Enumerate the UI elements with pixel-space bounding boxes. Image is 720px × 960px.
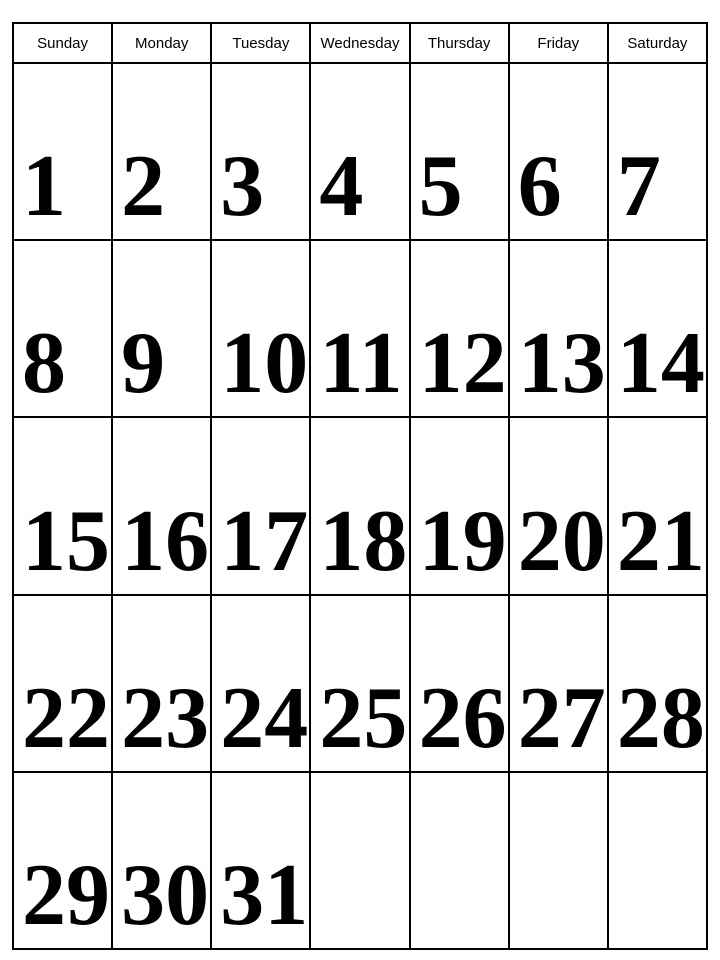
day-number: 1 xyxy=(22,143,66,231)
week-row-2: 89 1011121314 xyxy=(14,241,708,418)
day-number: 18 xyxy=(319,498,407,586)
day-number: 13 xyxy=(518,320,606,408)
day-cell-5: 5 xyxy=(411,64,510,239)
day-number: 28 xyxy=(617,675,705,763)
day-cell-11: 11 xyxy=(311,241,410,416)
day-number: 23 xyxy=(121,675,209,763)
empty-cell xyxy=(411,773,510,948)
day-cell-7: 7 xyxy=(609,64,708,239)
day-cell-8: 8 xyxy=(14,241,113,416)
day-number: 11 xyxy=(319,320,402,408)
day-cell-23: 23 xyxy=(113,596,212,771)
day-number: 3 xyxy=(220,143,264,231)
day-cell-19: 19 xyxy=(411,418,510,593)
day-number: 4 xyxy=(319,143,363,231)
day-header-cell: Sunday xyxy=(14,24,113,62)
day-cell-30: 30 xyxy=(113,773,212,948)
day-cell-20: 20 xyxy=(510,418,609,593)
day-cell-17: 17 xyxy=(212,418,311,593)
empty-cell xyxy=(311,773,410,948)
day-cell-26: 26 xyxy=(411,596,510,771)
day-cell-21: 21 xyxy=(609,418,708,593)
week-row-4: 22232425262728 xyxy=(14,596,708,773)
day-number: 12 xyxy=(419,320,507,408)
day-cell-3: 3 xyxy=(212,64,311,239)
day-number: 9 xyxy=(121,320,165,408)
day-cell-15: 15 xyxy=(14,418,113,593)
week-row-3: 15161718192021 xyxy=(14,418,708,595)
day-number: 30 xyxy=(121,852,209,940)
day-cell-31: 31 xyxy=(212,773,311,948)
empty-cell xyxy=(609,773,708,948)
day-header-cell: Saturday xyxy=(609,24,708,62)
day-cell-22: 22 xyxy=(14,596,113,771)
day-number: 22 xyxy=(22,675,110,763)
day-cell-14: 14 xyxy=(609,241,708,416)
day-number: 21 xyxy=(617,498,705,586)
day-cell-6: 6 xyxy=(510,64,609,239)
week-row-1: 1234567 xyxy=(14,64,708,241)
day-cell-12: 12 xyxy=(411,241,510,416)
day-header-cell: Tuesday xyxy=(212,24,311,62)
day-number: 26 xyxy=(419,675,507,763)
day-cell-24: 24 xyxy=(212,596,311,771)
day-number: 2 xyxy=(121,143,165,231)
day-number: 24 xyxy=(220,675,308,763)
day-number: 29 xyxy=(22,852,110,940)
day-number: 17 xyxy=(220,498,308,586)
day-cell-16: 16 xyxy=(113,418,212,593)
day-cell-4: 4 xyxy=(311,64,410,239)
day-cell-29: 29 xyxy=(14,773,113,948)
day-number: 5 xyxy=(419,143,463,231)
week-row-5: 293031 xyxy=(14,773,708,950)
day-cell-10: 10 xyxy=(212,241,311,416)
day-cell-1: 1 xyxy=(14,64,113,239)
day-cell-9: 9 xyxy=(113,241,212,416)
header xyxy=(12,10,708,16)
day-number: 14 xyxy=(617,320,705,408)
day-header-cell: Wednesday xyxy=(311,24,410,62)
calendar: SundayMondayTuesdayWednesdayThursdayFrid… xyxy=(12,22,708,950)
day-number: 20 xyxy=(518,498,606,586)
day-number: 10 xyxy=(220,320,308,408)
day-cell-27: 27 xyxy=(510,596,609,771)
day-number: 16 xyxy=(121,498,209,586)
page: SundayMondayTuesdayWednesdayThursdayFrid… xyxy=(0,0,720,960)
day-header-cell: Monday xyxy=(113,24,212,62)
day-number: 25 xyxy=(319,675,407,763)
day-header-cell: Thursday xyxy=(411,24,510,62)
day-header-cell: Friday xyxy=(510,24,609,62)
day-number: 31 xyxy=(220,852,308,940)
day-cell-2: 2 xyxy=(113,64,212,239)
day-number: 8 xyxy=(22,320,66,408)
day-number: 15 xyxy=(22,498,110,586)
day-number: 27 xyxy=(518,675,606,763)
day-number: 6 xyxy=(518,143,562,231)
empty-cell xyxy=(510,773,609,948)
day-cell-13: 13 xyxy=(510,241,609,416)
day-cell-18: 18 xyxy=(311,418,410,593)
day-header-row: SundayMondayTuesdayWednesdayThursdayFrid… xyxy=(14,24,708,64)
day-cell-28: 28 xyxy=(609,596,708,771)
day-number: 7 xyxy=(617,143,661,231)
day-number: 19 xyxy=(419,498,507,586)
day-cell-25: 25 xyxy=(311,596,410,771)
